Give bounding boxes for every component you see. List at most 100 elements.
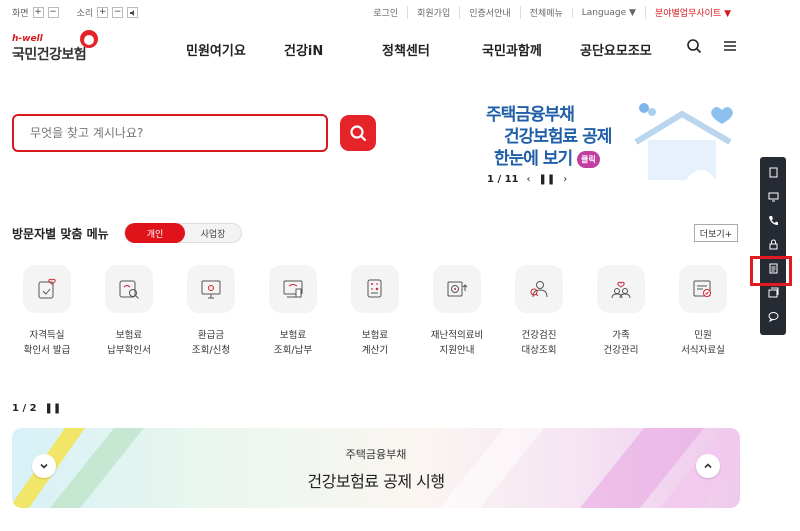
volume-down-button[interactable]: − bbox=[112, 7, 124, 18]
quick-menu bbox=[760, 157, 786, 335]
certificate-guide-link[interactable]: 인증서안내 bbox=[459, 6, 519, 19]
search-icon[interactable] bbox=[686, 38, 702, 54]
zoom-in-button[interactable]: + bbox=[32, 7, 44, 18]
house-illustration-icon bbox=[634, 103, 733, 180]
service-qualification[interactable]: 자격득실 확인서 발급 bbox=[22, 265, 72, 356]
next-arrow-icon[interactable]: › bbox=[563, 174, 567, 185]
refund-monitor-icon bbox=[201, 280, 221, 299]
service-label-1: 재난적의료비 bbox=[430, 330, 484, 341]
service-family-health[interactable]: 가족건강관리 bbox=[596, 265, 646, 356]
phone-icon bbox=[768, 215, 778, 225]
more-button[interactable]: 더보기+ bbox=[694, 224, 738, 242]
service-label-1: 환급금 bbox=[197, 330, 225, 341]
logo-subtitle: h-well bbox=[12, 34, 43, 44]
nav-health-in[interactable]: 건강iN bbox=[284, 40, 323, 59]
nav-policy-center[interactable]: 정책센터 bbox=[382, 40, 430, 59]
sound-label: 소리 bbox=[76, 9, 94, 19]
service-label-2: 건강관리 bbox=[603, 345, 639, 356]
language-select[interactable]: Language ▼ bbox=[571, 7, 645, 18]
service-premium-lookup[interactable]: 보험료조회/납부 bbox=[268, 265, 318, 356]
promo-pager: 1 / 11 ‹ ❚❚ › bbox=[487, 174, 567, 185]
persona-menu-title: 방문자별 맞춤 메뉴 bbox=[12, 227, 109, 241]
chevron-up-icon bbox=[704, 463, 712, 469]
service-checkup[interactable]: 건강검진대상조회 bbox=[514, 265, 564, 356]
accessibility-controls: 화면 + − 소리 + − bbox=[12, 6, 139, 19]
quick-item-7[interactable] bbox=[760, 305, 786, 327]
search-button[interactable] bbox=[340, 115, 376, 151]
volume-up-button[interactable]: + bbox=[97, 7, 109, 18]
service-disaster-medical[interactable]: 재난적의료비지원안내 bbox=[431, 265, 483, 356]
login-link[interactable]: 로그인 bbox=[364, 6, 407, 19]
calculator-icon bbox=[367, 279, 382, 298]
quick-item-1[interactable] bbox=[760, 161, 786, 183]
nav-together[interactable]: 국민과함께 bbox=[482, 40, 542, 59]
promo-line3: 한눈에 보기 클릭 bbox=[494, 144, 600, 169]
document-icon bbox=[769, 167, 777, 177]
service-label-1: 가족 bbox=[612, 330, 630, 341]
logo-title: 국민건강보험 bbox=[12, 47, 87, 63]
pause-icon[interactable]: ❚❚ bbox=[539, 174, 556, 185]
chevron-down-icon bbox=[40, 463, 48, 469]
bottom-banner[interactable]: 주택금융부채 건강보험료 공제 시행 bbox=[12, 428, 740, 508]
zoom-out-button[interactable]: − bbox=[47, 7, 59, 18]
speaker-icon[interactable] bbox=[127, 7, 139, 18]
pause-icon[interactable]: ❚❚ bbox=[45, 403, 62, 414]
monitor-icon bbox=[768, 192, 778, 201]
all-menu-link[interactable]: 전체메뉴 bbox=[519, 6, 572, 19]
banner-pager: 1 / 2 ❚❚ bbox=[12, 403, 61, 414]
header-icons bbox=[686, 38, 738, 54]
quick-item-4[interactable] bbox=[760, 233, 786, 255]
certificate-heart-icon bbox=[38, 278, 56, 299]
utility-bar: 화면 + − 소리 + − 로그인 회원가입 인증서안내 전체메뉴 Langua… bbox=[0, 0, 800, 22]
logo-mark-icon bbox=[80, 30, 98, 48]
prev-arrow-icon[interactable]: ‹ bbox=[527, 174, 531, 185]
promo-line3-text: 한눈에 보기 bbox=[494, 149, 573, 169]
utility-links: 로그인 회원가입 인증서안내 전체메뉴 Language ▼ 분야별업무사이트 … bbox=[364, 6, 740, 19]
quick-item-2[interactable] bbox=[760, 185, 786, 207]
payment-search-icon bbox=[119, 280, 139, 299]
click-badge: 클릭 bbox=[577, 150, 600, 168]
service-refund[interactable]: 환급금조회/신청 bbox=[186, 265, 236, 356]
family-icon bbox=[611, 281, 631, 299]
nav-about[interactable]: 공단요모조모 bbox=[580, 40, 652, 59]
service-forms[interactable]: 민원 서식자료실 bbox=[678, 265, 728, 356]
tab-business[interactable]: 사업장 bbox=[185, 224, 241, 242]
bottom-banner-line1: 주택금융부채 bbox=[345, 448, 407, 461]
menu-icon[interactable] bbox=[722, 38, 738, 54]
forms-icon bbox=[693, 280, 711, 297]
chat-icon bbox=[768, 311, 778, 322]
field-sites-select[interactable]: 분야별업무사이트 ▼ bbox=[644, 6, 740, 19]
service-label-2: 대상조회 bbox=[521, 345, 557, 356]
quick-menu-highlight bbox=[750, 256, 792, 286]
signup-link[interactable]: 회원가입 bbox=[407, 6, 459, 19]
collapse-button[interactable] bbox=[32, 454, 56, 478]
quick-item-3[interactable] bbox=[760, 209, 786, 231]
service-label-2: 조회/납부 bbox=[273, 345, 313, 356]
service-label-1: 건강검진 bbox=[521, 330, 557, 341]
service-payment-cert[interactable]: 보험료납부확인서 bbox=[104, 265, 154, 356]
search-input[interactable] bbox=[14, 116, 326, 150]
service-label-2: 확인서 발급 bbox=[23, 345, 71, 356]
service-label-1: 보험료 bbox=[279, 330, 307, 341]
persona-toggle: 개인 사업장 bbox=[124, 223, 242, 243]
promo-page-count: 1 / 11 bbox=[487, 174, 519, 185]
service-label-1: 보험료 bbox=[361, 330, 389, 341]
lock-icon bbox=[769, 239, 777, 249]
service-label-1: 보험료 bbox=[115, 330, 143, 341]
search-box bbox=[12, 114, 328, 152]
service-label-2: 납부확인서 bbox=[107, 345, 151, 356]
nav-civil-service[interactable]: 민원여기요 bbox=[186, 40, 246, 59]
banner-page-count: 1 / 2 bbox=[12, 403, 37, 414]
service-label-2: 계산기 bbox=[361, 345, 389, 356]
expand-button[interactable] bbox=[696, 454, 720, 478]
service-label-1: 민원 bbox=[694, 330, 712, 341]
service-calculator[interactable]: 보험료계산기 bbox=[350, 265, 400, 356]
service-label-2: 조회/신청 bbox=[191, 345, 231, 356]
search-icon bbox=[350, 125, 367, 142]
site-logo[interactable]: h-well 국민건강보험 bbox=[12, 30, 98, 64]
screen-size-label: 화면 bbox=[12, 9, 29, 19]
service-label-2: 지원안내 bbox=[439, 345, 475, 356]
checkup-people-icon bbox=[530, 281, 548, 298]
tab-personal[interactable]: 개인 bbox=[125, 223, 185, 243]
medical-support-icon bbox=[447, 281, 468, 297]
